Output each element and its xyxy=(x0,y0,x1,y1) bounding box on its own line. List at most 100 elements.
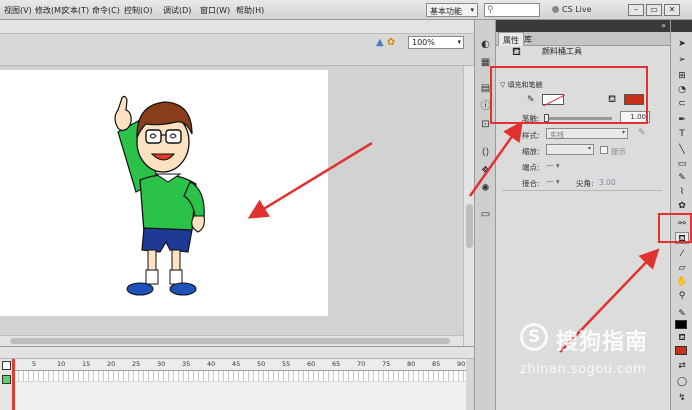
frame-number-label: 15 xyxy=(82,360,91,368)
fill-color-swatch[interactable] xyxy=(675,346,687,355)
line-tool-icon[interactable]: ╲ xyxy=(675,144,689,156)
zoom-select[interactable]: 100% ▾ xyxy=(408,36,464,49)
search-icon: ⚲ xyxy=(487,5,494,15)
menu-help[interactable]: 帮助(H) xyxy=(236,5,264,16)
frames-row[interactable] xyxy=(14,371,466,381)
scale-select[interactable]: ▾ xyxy=(546,144,594,155)
frame-number-label: 85 xyxy=(432,360,441,368)
3d-rotation-tool-icon[interactable]: ◔ xyxy=(675,84,689,96)
cap-label: 端点: xyxy=(522,163,540,172)
subselection-tool-icon[interactable]: ➢ xyxy=(675,54,689,66)
collapse-panel-icon[interactable]: » xyxy=(661,21,666,30)
watermark-url: zhinan.sogou.com xyxy=(520,362,647,377)
edit-scene-icon[interactable]: ▲ xyxy=(376,37,384,48)
swap-colors-icon[interactable]: ⇄ xyxy=(675,360,689,372)
chevron-down-icon: ▾ xyxy=(621,129,625,136)
menu-bar: 视图(V) 修改(M) 文本(T) 命令(C) 控制(O) 调试(D) 窗口(W… xyxy=(0,0,692,20)
frame-number-label: 5 xyxy=(32,360,37,368)
selection-tool-icon[interactable]: ➤ xyxy=(675,38,689,50)
timeline-ruler[interactable]: 5 10 15 20 25 30 35 40 45 50 55 60 65 70 75 80 85 90 xyxy=(14,359,466,371)
cartoon-character-illustration xyxy=(114,95,205,296)
chevron-down-icon: ▾ xyxy=(470,6,474,14)
workspace-label: 基本功能 xyxy=(430,7,462,16)
pen-tool-icon[interactable]: ✒ xyxy=(675,114,689,126)
menu-control[interactable]: 控制(O) xyxy=(124,5,153,16)
stage-vertical-scrollbar[interactable] xyxy=(463,66,474,346)
stage-canvas[interactable] xyxy=(0,70,328,316)
history-icon[interactable]: ▭ xyxy=(479,208,492,221)
eraser-tool-icon[interactable]: ▱ xyxy=(675,262,689,274)
tab-library[interactable]: 库 xyxy=(520,32,536,46)
menu-debug[interactable]: 调试(D) xyxy=(163,5,191,16)
annotation-highlight-fill-stroke xyxy=(490,66,648,124)
deco-tool-icon[interactable]: ✿ xyxy=(675,200,689,212)
scale-label: 缩放: xyxy=(522,147,540,156)
cap-select[interactable]: — ▾ xyxy=(546,161,560,170)
text-tool-icon[interactable]: T xyxy=(675,128,689,140)
join-label: 接合: xyxy=(522,179,540,188)
hinting-label: 提示 xyxy=(611,147,626,156)
tools-titlebar xyxy=(671,20,692,32)
menu-view[interactable]: 视图(V) xyxy=(4,5,32,16)
lasso-tool-icon[interactable]: ⊂ xyxy=(675,98,689,110)
frame-number-label: 30 xyxy=(157,360,166,368)
frame-number-label: 35 xyxy=(182,360,191,368)
motion-presets-icon[interactable]: ✺ xyxy=(479,182,492,195)
code-snippets-icon[interactable]: ⟨⟩ xyxy=(479,146,492,159)
rectangle-tool-icon[interactable]: ▭ xyxy=(675,158,689,170)
workspace-switcher[interactable]: 基本功能 ▾ xyxy=(426,3,478,17)
playhead[interactable] xyxy=(12,359,15,410)
color-icon[interactable]: ◐ xyxy=(479,38,492,51)
layer-color-icon[interactable] xyxy=(2,375,11,384)
menu-text[interactable]: 文本(T) xyxy=(62,5,89,16)
frame-number-label: 45 xyxy=(232,360,241,368)
edit-symbol-icon[interactable]: ✿ xyxy=(387,37,395,48)
stroke-style-select[interactable]: 实线 ▾ xyxy=(546,128,628,139)
scene-icons: ▲ ✿ xyxy=(376,37,395,48)
edit-stroke-style-icon[interactable]: ✎ xyxy=(638,128,646,138)
frame-number-label: 70 xyxy=(357,360,366,368)
stage-horizontal-scrollbar[interactable] xyxy=(0,335,463,346)
layer-outline-icon[interactable] xyxy=(2,361,11,370)
menu-window[interactable]: 窗口(W) xyxy=(200,5,230,16)
eyedropper-tool-icon[interactable]: ⁄ xyxy=(675,248,689,260)
frames-area[interactable] xyxy=(14,382,466,410)
scroll-thumb[interactable] xyxy=(10,338,450,344)
frame-number-label: 25 xyxy=(132,360,141,368)
pencil-tool-icon[interactable]: ✎ xyxy=(675,172,689,184)
minimize-button[interactable]: – xyxy=(628,4,644,16)
frame-number-label: 60 xyxy=(307,360,316,368)
restore-button[interactable]: ▭ xyxy=(646,4,662,16)
join-select[interactable]: — ▾ xyxy=(546,177,560,186)
cs-live-menu[interactable]: CS Live xyxy=(552,5,592,14)
frame-number-label: 65 xyxy=(332,360,341,368)
stroke-color-icon[interactable]: ✎ xyxy=(675,308,689,320)
free-transform-tool-icon[interactable]: ⊞ xyxy=(675,70,689,82)
frame-number-label: 40 xyxy=(207,360,216,368)
close-button[interactable]: ✕ xyxy=(664,4,680,16)
brush-tool-icon[interactable]: ⌇ xyxy=(675,186,689,198)
stroke-color-swatch[interactable] xyxy=(675,320,687,329)
panel-tabs: 属性 库 xyxy=(496,32,670,46)
panel-titlebar: » xyxy=(496,20,670,32)
frame-number-label: 55 xyxy=(282,360,291,368)
frame-number-label: 80 xyxy=(407,360,416,368)
frame-number-label: 50 xyxy=(257,360,266,368)
components-icon[interactable]: ❖ xyxy=(479,164,492,177)
menu-modify[interactable]: 修改(M) xyxy=(35,5,64,16)
miter-label: 尖角: xyxy=(576,179,594,188)
menu-commands[interactable]: 命令(C) xyxy=(92,5,120,16)
scroll-thumb[interactable] xyxy=(466,204,473,248)
frame-number-label: 20 xyxy=(107,360,116,368)
snap-to-objects-icon[interactable]: ◯ xyxy=(675,376,689,388)
fill-bucket-icon[interactable]: ⛾ xyxy=(675,332,689,344)
hinting-checkbox[interactable] xyxy=(600,146,608,154)
hand-tool-icon[interactable]: ✋ xyxy=(675,276,689,288)
frame-number-label: 75 xyxy=(382,360,391,368)
chevron-down-icon: ▾ xyxy=(587,145,591,152)
zoom-tool-icon[interactable]: ⚲ xyxy=(675,290,689,302)
help-search-input[interactable]: ⚲ xyxy=(484,3,540,17)
miter-value[interactable]: 3.00 xyxy=(599,178,616,187)
cs-live-icon xyxy=(552,6,559,13)
smooth-icon[interactable]: ↯ xyxy=(675,392,689,404)
